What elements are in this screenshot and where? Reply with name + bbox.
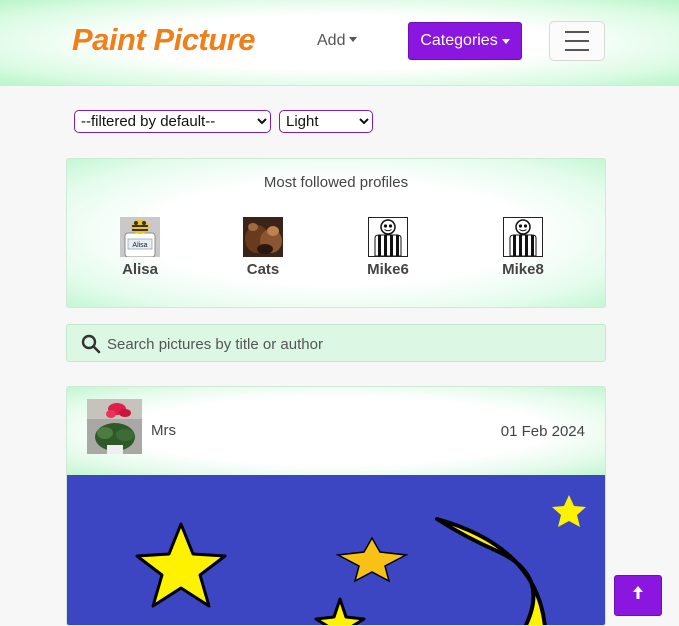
chevron-down-icon (349, 37, 358, 42)
profile-item-mike6[interactable]: Mike6 (348, 217, 428, 278)
menu-toggle-button[interactable] (549, 21, 605, 61)
theme-select[interactable]: Light (279, 110, 373, 133)
night-sky-painting-image[interactable] (67, 475, 605, 625)
svg-text:Alisa: Alisa (132, 242, 147, 249)
categories-label: Categories (420, 32, 498, 49)
stick-figure-avatar-icon (368, 217, 408, 257)
navbar: Paint Picture Add Categories (0, 0, 679, 86)
profile-name: Alisa (122, 261, 158, 278)
profile-item-cats[interactable]: Cats (223, 217, 303, 278)
post-date: 01 Feb 2024 (500, 423, 585, 440)
hamburger-icon-line (565, 40, 589, 42)
post-card[interactable]: Mrs 01 Feb 2024 (66, 386, 606, 626)
categories-dropdown-button[interactable]: Categories (408, 22, 522, 60)
add-dropdown[interactable]: Add (317, 32, 358, 50)
profile-name: Mike6 (367, 261, 409, 278)
profile-item-alisa[interactable]: Alisa Alisa (100, 217, 180, 278)
most-followed-profiles-card: Most followed profiles Alisa Alisa Cats … (66, 158, 606, 308)
search-input[interactable] (105, 331, 589, 357)
hamburger-icon-line (565, 49, 589, 51)
search-bar (66, 324, 606, 362)
post-author[interactable]: Mrs (151, 422, 176, 439)
search-icon (81, 334, 101, 359)
chevron-down-icon (501, 38, 510, 44)
brand-logo[interactable]: Paint Picture (72, 22, 256, 58)
profile-name: Mike8 (502, 261, 544, 278)
post-header: Mrs 01 Feb 2024 (67, 387, 605, 475)
flower-photo-avatar-icon[interactable] (87, 399, 142, 454)
profile-name: Cats (246, 261, 280, 278)
profiles-title: Most followed profiles (263, 174, 409, 191)
profile-item-mike8[interactable]: Mike8 (483, 217, 563, 278)
bee-avatar-icon: Alisa (120, 217, 160, 257)
cat-photo-avatar-icon (243, 217, 283, 257)
back-to-top-button[interactable] (614, 575, 662, 616)
arrow-up-icon (632, 585, 644, 606)
add-dropdown-label: Add (317, 32, 346, 49)
filter-select[interactable]: --filtered by default-- (74, 110, 271, 133)
hamburger-icon (565, 31, 589, 33)
stick-figure-avatar-icon (503, 217, 543, 257)
